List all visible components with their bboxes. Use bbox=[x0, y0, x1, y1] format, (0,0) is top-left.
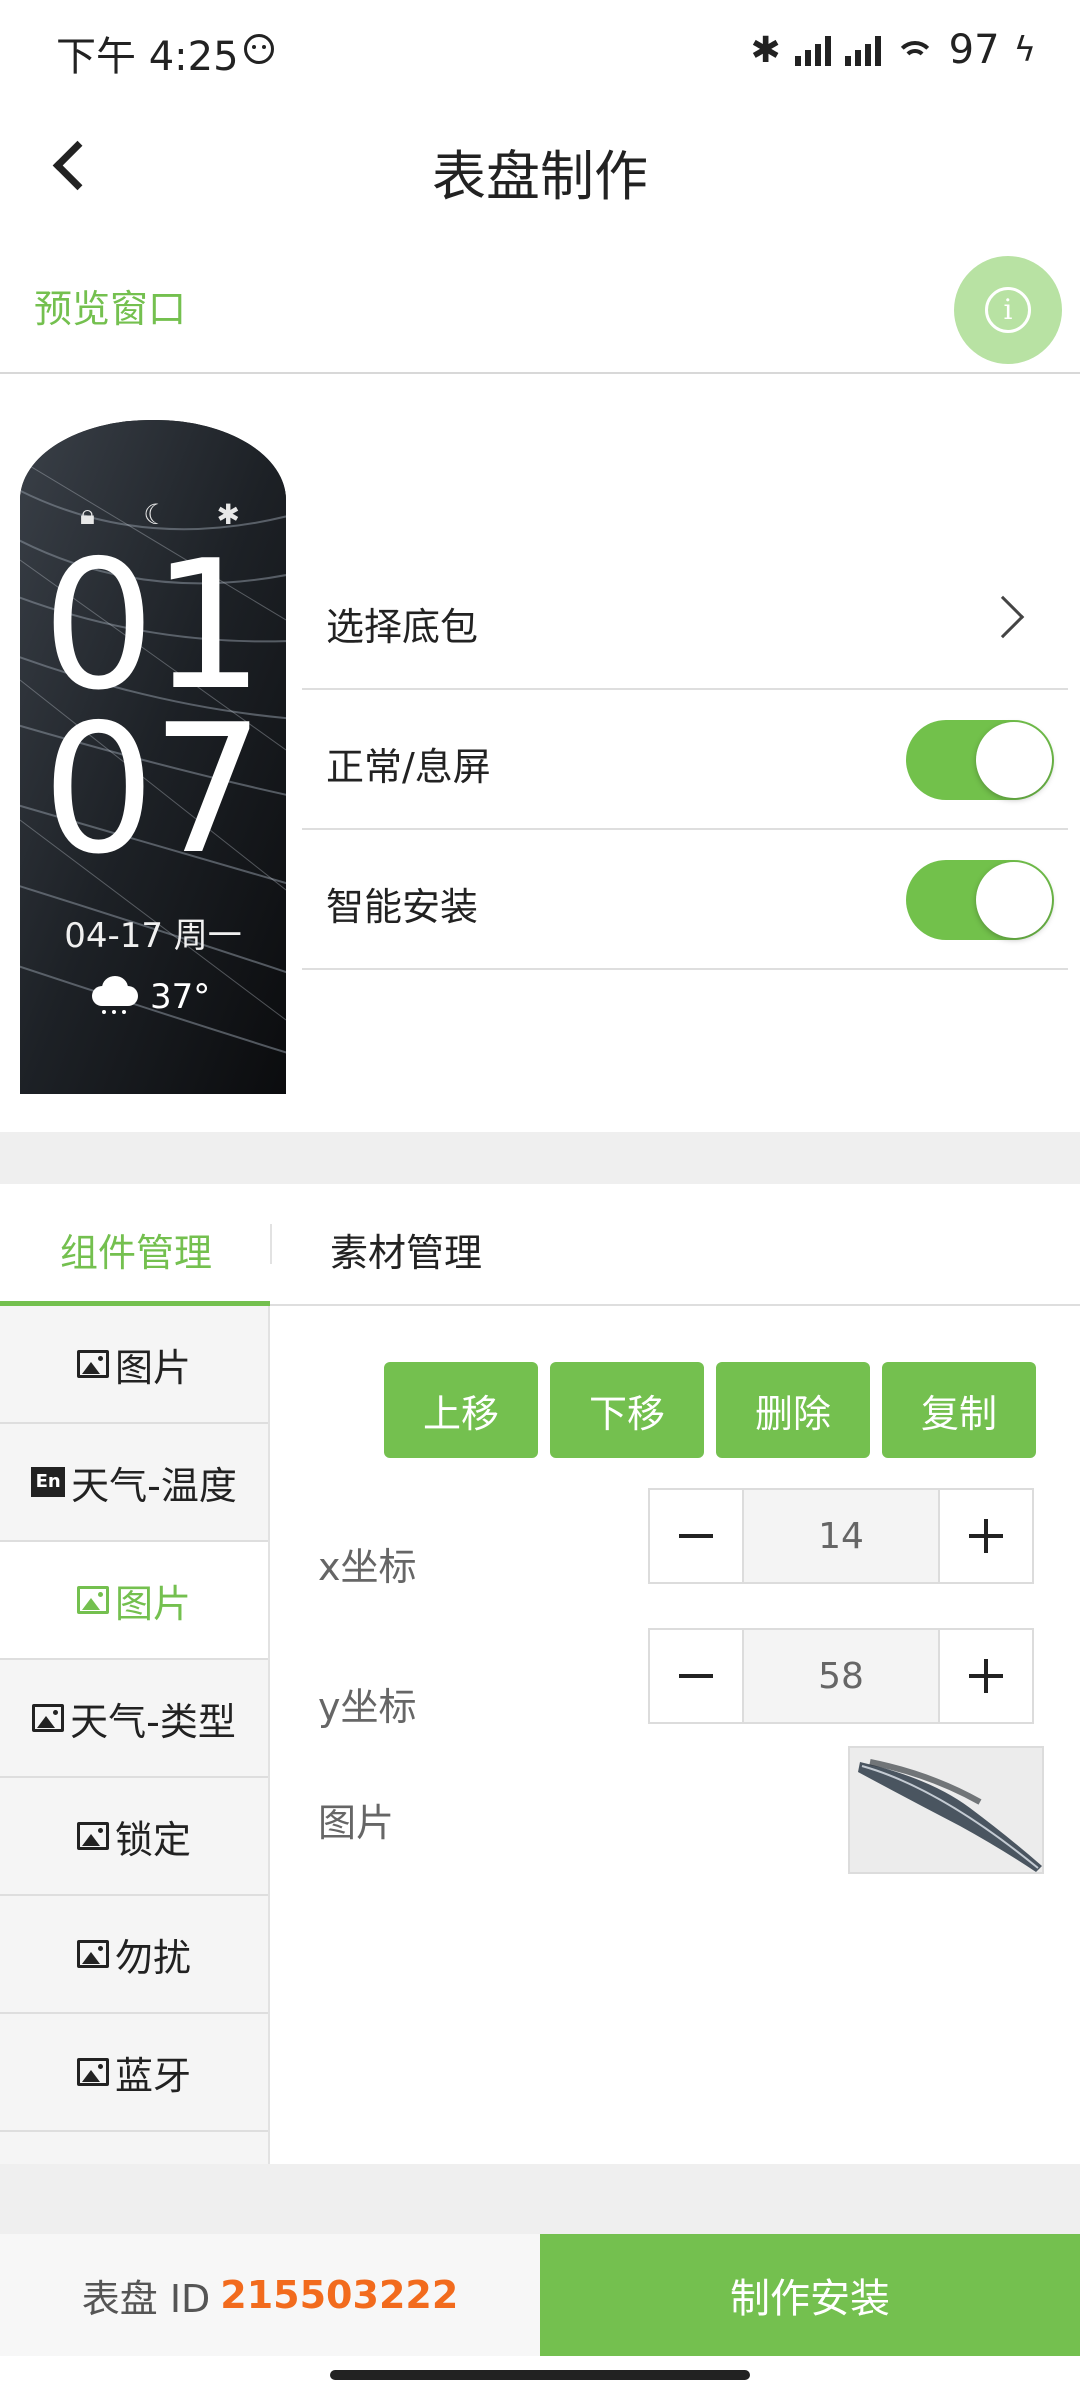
watch-hour: 01 bbox=[42, 522, 264, 729]
list-item-image[interactable]: 图片 bbox=[0, 1306, 268, 1424]
preview-window-label: 预览窗口 bbox=[34, 287, 187, 331]
info-button[interactable]: i bbox=[954, 256, 1062, 364]
charging-icon: ϟ bbox=[1013, 30, 1036, 70]
watch-face-id-label: 表盘 ID bbox=[81, 2276, 211, 2321]
minus-icon bbox=[679, 1534, 713, 1538]
wifi-icon bbox=[894, 33, 935, 67]
bluetooth-icon: ✱ bbox=[750, 29, 781, 71]
image-icon bbox=[76, 1586, 109, 1614]
smart-install-toggle[interactable] bbox=[906, 860, 1054, 940]
delete-button[interactable]: 删除 bbox=[716, 1362, 870, 1458]
choose-package-row[interactable]: 选择底包 bbox=[302, 550, 1068, 690]
image-thumbnail[interactable] bbox=[848, 1746, 1044, 1874]
tab-materials[interactable]: 素材管理 bbox=[330, 1222, 482, 1277]
list-item-lock[interactable]: 锁定 bbox=[0, 1778, 268, 1896]
image-icon bbox=[76, 2058, 109, 2086]
watch-face-id: 表盘 ID 215503222 bbox=[0, 2234, 540, 2356]
smart-install-row: 智能安装 bbox=[302, 830, 1068, 970]
watch-weather: 37° bbox=[88, 976, 210, 1018]
image-icon bbox=[76, 1350, 109, 1378]
image-icon bbox=[76, 1940, 109, 1968]
smart-install-label: 智能安装 bbox=[326, 885, 479, 929]
list-item-bluetooth[interactable]: 蓝牙 bbox=[0, 2014, 268, 2132]
x-decrement-button[interactable] bbox=[650, 1490, 742, 1582]
status-time: 下午 4:25 bbox=[56, 34, 239, 80]
list-item-label: 锁定 bbox=[114, 1817, 191, 1862]
y-coordinate-label: y坐标 bbox=[318, 1685, 417, 1729]
y-coordinate-value[interactable]: 58 bbox=[742, 1630, 940, 1722]
section-divider bbox=[0, 1132, 1080, 1184]
watch-date: 04-17 周一 bbox=[64, 916, 242, 956]
watch-minute: 07 bbox=[42, 686, 264, 893]
battery-level: 97 bbox=[948, 27, 1000, 73]
management-tabs: 组件管理 素材管理 bbox=[0, 1184, 1080, 1306]
snow-cloud-icon bbox=[88, 976, 140, 1018]
list-item-weather-temperature[interactable]: En 天气-温度 bbox=[0, 1424, 268, 1542]
list-item-label: 天气-温度 bbox=[71, 1463, 237, 1508]
move-up-button[interactable]: 上移 bbox=[384, 1362, 538, 1458]
x-coordinate-stepper: 14 bbox=[648, 1488, 1034, 1584]
image-field-label: 图片 bbox=[318, 1801, 395, 1845]
tab-divider bbox=[270, 1224, 272, 1264]
image-icon bbox=[32, 1704, 65, 1732]
y-coordinate-stepper: 58 bbox=[648, 1628, 1034, 1724]
home-indicator[interactable] bbox=[330, 2370, 750, 2380]
bottom-spacer bbox=[0, 2164, 1080, 2234]
component-list: 图片 En 天气-温度 图片 天气-类型 锁定 勿扰 蓝牙 bbox=[0, 1306, 270, 2164]
chevron-right-icon bbox=[981, 595, 1025, 639]
x-increment-button[interactable] bbox=[940, 1490, 1032, 1582]
watch-face-id-value: 215503222 bbox=[220, 2273, 459, 2317]
component-editor: 上移 下移 删除 复制 x坐标 14 y坐标 58 图片 bbox=[272, 1306, 1080, 2164]
list-item-weather-type[interactable]: 天气-类型 bbox=[0, 1660, 268, 1778]
status-icons: ✱ 97 ϟ bbox=[750, 24, 1036, 76]
toggle-knob bbox=[976, 722, 1052, 798]
info-icon: i bbox=[985, 287, 1031, 333]
normal-off-screen-label: 正常/息屏 bbox=[326, 745, 491, 789]
list-item-image-selected[interactable]: 图片 bbox=[0, 1542, 268, 1660]
copy-button[interactable]: 复制 bbox=[882, 1362, 1036, 1458]
list-item-label: 天气-类型 bbox=[70, 1699, 236, 1744]
list-item-label: 图片 bbox=[114, 1581, 191, 1626]
signal-icon bbox=[794, 34, 831, 66]
x-coordinate-label: x坐标 bbox=[318, 1545, 417, 1589]
list-item-do-not-disturb[interactable]: 勿扰 bbox=[0, 1896, 268, 2014]
normal-off-screen-toggle[interactable] bbox=[906, 720, 1054, 800]
plus-icon-vertical bbox=[984, 1659, 988, 1693]
normal-off-screen-row: 正常/息屏 bbox=[302, 690, 1068, 830]
tab-components[interactable]: 组件管理 bbox=[60, 1222, 212, 1277]
make-install-button[interactable]: 制作安装 bbox=[540, 2234, 1080, 2356]
watch-face-preview: 🔒︎ ☾ ✱ 01 07 04-17 周一 37° bbox=[20, 420, 286, 1094]
signal-icon-2 bbox=[844, 34, 881, 66]
y-decrement-button[interactable] bbox=[650, 1630, 742, 1722]
feather-thumbnail-image bbox=[858, 1759, 1042, 1872]
watch-temperature: 37° bbox=[150, 977, 211, 1017]
notification-face-icon bbox=[244, 34, 274, 64]
action-buttons: 上移 下移 删除 复制 bbox=[384, 1362, 1036, 1458]
list-item-label: 蓝牙 bbox=[114, 2053, 191, 2098]
list-item-label: 图片 bbox=[114, 1345, 191, 1390]
list-item-label: 勿扰 bbox=[114, 1935, 191, 1980]
page-title: 表盘制作 bbox=[432, 145, 648, 208]
choose-package-label: 选择底包 bbox=[326, 605, 479, 649]
plus-icon-vertical bbox=[984, 1519, 988, 1553]
en-icon: En bbox=[31, 1467, 66, 1497]
status-bar: 下午 4:25 ✱ 97 ϟ bbox=[0, 0, 1080, 100]
footer-bar: 表盘 ID 215503222 制作安装 bbox=[0, 2234, 1080, 2356]
move-down-button[interactable]: 下移 bbox=[550, 1362, 704, 1458]
y-increment-button[interactable] bbox=[940, 1630, 1032, 1722]
toggle-knob bbox=[976, 862, 1052, 938]
image-icon bbox=[76, 1822, 109, 1850]
app-header: 表盘制作 bbox=[0, 100, 1080, 230]
x-coordinate-value[interactable]: 14 bbox=[742, 1490, 940, 1582]
minus-icon bbox=[679, 1674, 713, 1678]
preview-header: 预览窗口 i bbox=[0, 230, 1080, 374]
